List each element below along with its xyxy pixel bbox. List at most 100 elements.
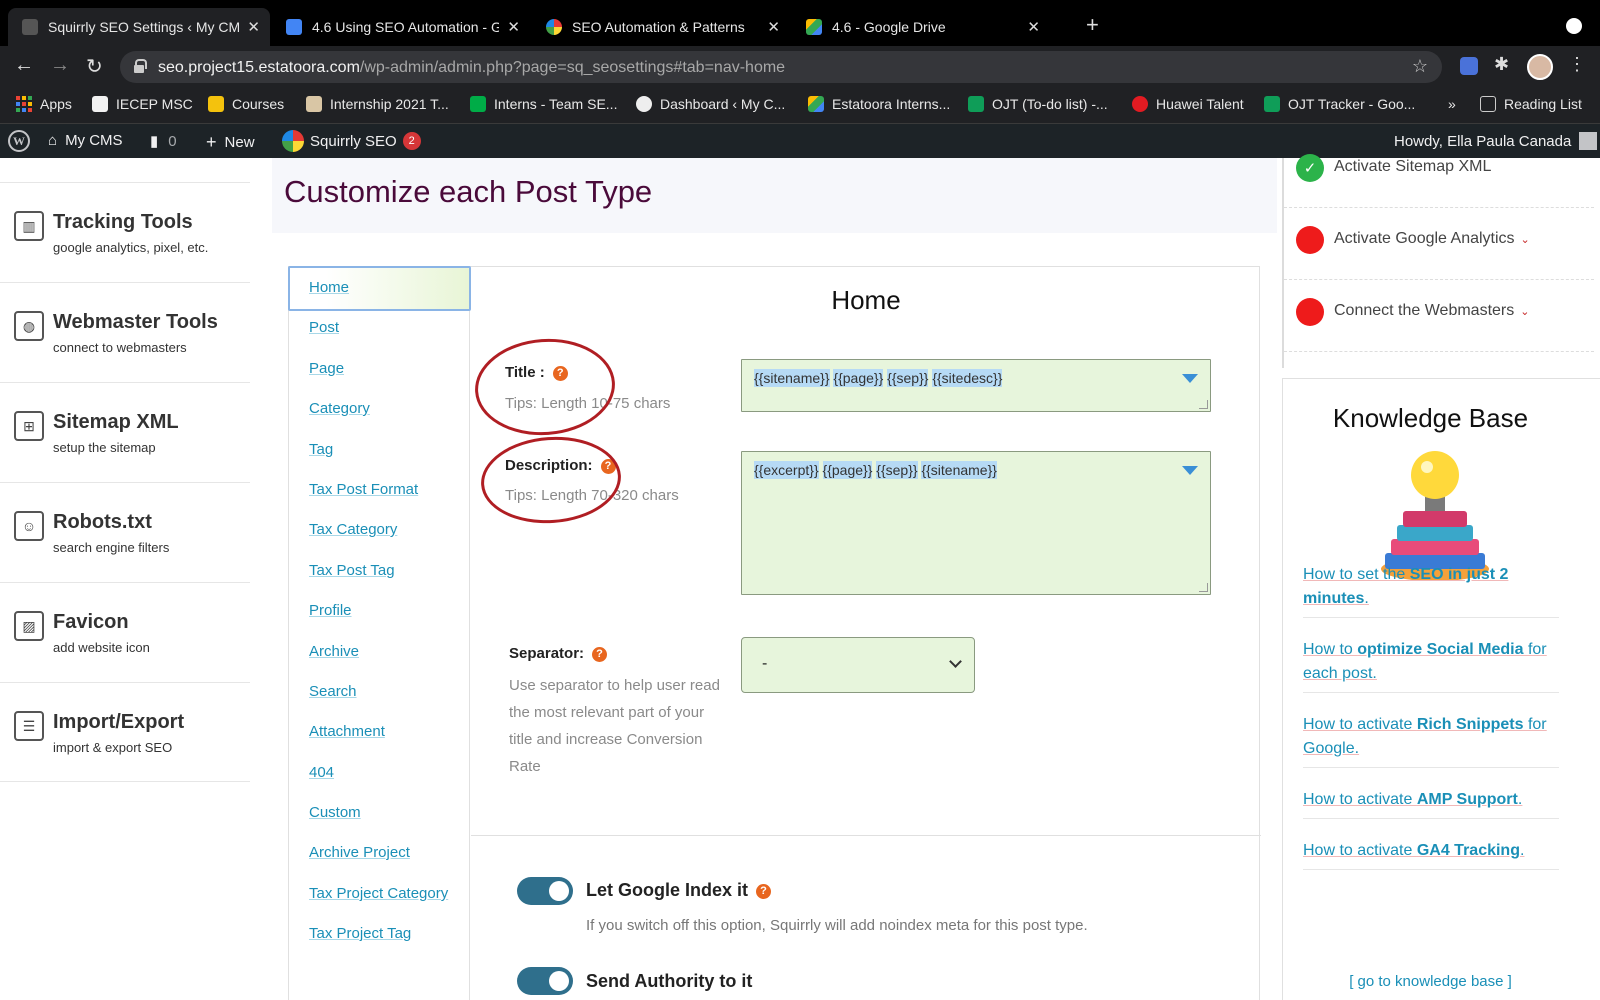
nav-webmaster-tools[interactable]: ◍ Webmaster Tools connect to webmasters	[0, 282, 250, 382]
close-icon[interactable]: ✕	[1027, 18, 1040, 36]
admin-bar-site[interactable]: ⌂ My CMS	[48, 132, 123, 149]
bookmark-star-icon[interactable]: ☆	[1412, 56, 1428, 77]
page-header: Customize each Post Type	[272, 158, 1277, 233]
post-type-attachment[interactable]: Attachment	[309, 723, 385, 740]
bookmark-iecep[interactable]: IECEP MSC	[92, 96, 193, 112]
new-tab-plus-icon[interactable]: +	[1086, 12, 1099, 38]
google-index-toggle[interactable]	[517, 877, 573, 905]
pattern-token[interactable]: {{page}}	[833, 369, 884, 387]
tab-squirrly-settings[interactable]: Squirrly SEO Settings ‹ My CMS ✕	[8, 8, 270, 46]
kb-link-ga4-tracking[interactable]: How to activate GA4 Tracking.	[1303, 839, 1559, 870]
send-authority-toggle[interactable]	[517, 967, 573, 995]
help-icon[interactable]: ?	[756, 883, 772, 899]
admin-bar-squirrly[interactable]: Squirrly SEO 2	[282, 130, 421, 152]
post-type-home[interactable]: Home	[309, 279, 349, 296]
post-type-post[interactable]: Post	[309, 319, 339, 336]
title-pattern-input[interactable]: {{sitename}} {{page}} {{sep}} {{sitedesc…	[741, 359, 1211, 412]
nav-subtitle: search engine filters	[53, 540, 170, 555]
post-type-profile[interactable]: Profile	[309, 602, 352, 619]
post-type-tax-category[interactable]: Tax Category	[309, 521, 397, 538]
post-type-tax-post-tag[interactable]: Tax Post Tag	[309, 562, 395, 579]
google-index-description: If you switch off this option, Squirrly …	[586, 917, 1088, 934]
pattern-token[interactable]: {{sep}}	[876, 461, 918, 479]
pattern-token[interactable]: {{sitename}}	[754, 369, 830, 387]
pattern-token[interactable]: {{sep}}	[887, 369, 929, 387]
post-type-archive[interactable]: Archive	[309, 643, 359, 660]
pattern-token[interactable]: {{page}}	[822, 461, 873, 479]
post-type-tax-project-category[interactable]: Tax Project Category	[309, 885, 448, 902]
sliders-icon: ☰	[14, 711, 44, 741]
nav-robots-txt[interactable]: ☺ Robots.txt search engine filters	[0, 482, 250, 582]
post-type-archive-project[interactable]: Archive Project	[309, 844, 410, 861]
bookmark-ojt-todo[interactable]: OJT (To-do list) -...	[968, 96, 1108, 112]
close-icon[interactable]: ✕	[247, 18, 260, 36]
resize-handle[interactable]	[1199, 400, 1208, 409]
nav-import-export[interactable]: ☰ Import/Export import & export SEO	[0, 682, 250, 782]
back-arrow-icon[interactable]: ←	[14, 54, 34, 77]
post-type-page[interactable]: Page	[309, 360, 344, 377]
kb-link-seo-2-minutes[interactable]: How to set the SEO in just 2 minutes.	[1303, 563, 1559, 618]
caret-down-icon[interactable]	[1182, 466, 1198, 475]
pattern-token[interactable]: {{excerpt}}	[754, 461, 819, 479]
extension-icon[interactable]	[1460, 57, 1478, 75]
bookmark-interns-team[interactable]: Interns - Team SE...	[470, 96, 617, 112]
post-type-tax-post-format[interactable]: Tax Post Format	[309, 481, 418, 498]
post-type-tag[interactable]: Tag	[309, 441, 333, 458]
nav-title: Webmaster Tools	[53, 311, 218, 333]
resize-handle[interactable]	[1199, 583, 1208, 592]
checklist-item-webmasters[interactable]: Connect the Webmasters ⌄	[1284, 280, 1594, 352]
checklist-label-text: Activate Google Analytics	[1334, 230, 1515, 247]
post-type-category[interactable]: Category	[309, 400, 370, 417]
post-type-tax-project-tag[interactable]: Tax Project Tag	[309, 925, 411, 942]
pattern-token[interactable]: {{sitedesc}}	[932, 369, 1003, 387]
address-bar[interactable]: seo.project15.estatoora.com/wp-admin/adm…	[120, 51, 1442, 83]
close-icon[interactable]: ✕	[507, 18, 520, 36]
tab-google-docs[interactable]: 4.6 Using SEO Automation - Google Docs ✕	[272, 8, 530, 46]
tab-search-icon[interactable]	[1566, 18, 1582, 34]
bookmark-huawei[interactable]: Huawei Talent	[1132, 96, 1244, 112]
bookmarks-overflow[interactable]: »	[1448, 96, 1456, 112]
caret-down-icon[interactable]	[1182, 374, 1198, 383]
pattern-token[interactable]: {{sitename}}	[921, 461, 997, 479]
wp-logo-icon[interactable]: W	[8, 130, 30, 152]
nav-tracking-tools[interactable]: ▥ Tracking Tools google analytics, pixel…	[0, 182, 250, 282]
description-pattern-input[interactable]: {{excerpt}} {{page}} {{sep}} {{sitename}…	[741, 451, 1211, 595]
admin-bar-new[interactable]: + New	[206, 132, 255, 153]
post-type-search[interactable]: Search	[309, 683, 357, 700]
toggle-knob	[549, 881, 569, 901]
comment-count: 0	[168, 132, 177, 150]
go-to-knowledge-base-link[interactable]: [ go to knowledge base ]	[1283, 973, 1578, 990]
help-icon[interactable]: ?	[592, 646, 608, 662]
checklist-item-sitemap[interactable]: ✓ Activate Sitemap XML	[1284, 136, 1594, 208]
bookmark-dashboard[interactable]: Dashboard ‹ My C...	[636, 96, 785, 112]
tab-google-drive[interactable]: 4.6 - Google Drive ✕	[792, 8, 1050, 46]
bookmark-apps[interactable]: Apps	[16, 96, 72, 112]
status-dot	[1296, 298, 1324, 326]
nav-sitemap-xml[interactable]: ⊞ Sitemap XML setup the sitemap	[0, 382, 250, 482]
kb-link-rich-snippets[interactable]: How to activate Rich Snippets for Google…	[1303, 713, 1559, 768]
puzzle-extensions-icon[interactable]: ✱	[1494, 54, 1512, 74]
admin-bar-comments[interactable]: ▮ 0	[150, 132, 177, 151]
bookmark-estatoora[interactable]: Estatoora Interns...	[808, 96, 950, 112]
kb-link-social-media[interactable]: How to optimize Social Media for each po…	[1303, 638, 1559, 693]
checklist-item-analytics[interactable]: Activate Google Analytics ⌄	[1284, 208, 1594, 280]
annotation-circle-title	[471, 334, 619, 440]
post-type-custom[interactable]: Custom	[309, 804, 361, 821]
reading-list[interactable]: Reading List	[1480, 96, 1582, 112]
post-type-404[interactable]: 404	[309, 764, 334, 781]
bookmark-internship[interactable]: Internship 2021 T...	[306, 96, 449, 112]
section-divider	[471, 835, 1261, 836]
profile-avatar[interactable]	[1527, 54, 1553, 80]
tab-seo-automation[interactable]: SEO Automation & Patterns ✕	[532, 8, 790, 46]
separator-select[interactable]: -	[741, 637, 975, 693]
bookmark-label: Estatoora Interns...	[832, 96, 951, 112]
close-icon[interactable]: ✕	[767, 18, 780, 36]
reload-icon[interactable]: ↻	[86, 54, 103, 79]
menu-kebab-icon[interactable]: ⋮	[1568, 54, 1586, 75]
forward-arrow-icon[interactable]: →	[50, 54, 70, 77]
kb-link-amp-support[interactable]: How to activate AMP Support.	[1303, 788, 1559, 819]
bookmark-courses[interactable]: Courses	[208, 96, 284, 112]
url-host: seo.project15.estatoora.com	[158, 59, 360, 76]
bookmark-ojt-tracker[interactable]: OJT Tracker - Goo...	[1264, 96, 1415, 112]
nav-favicon[interactable]: ▨ Favicon add website icon	[0, 582, 250, 682]
